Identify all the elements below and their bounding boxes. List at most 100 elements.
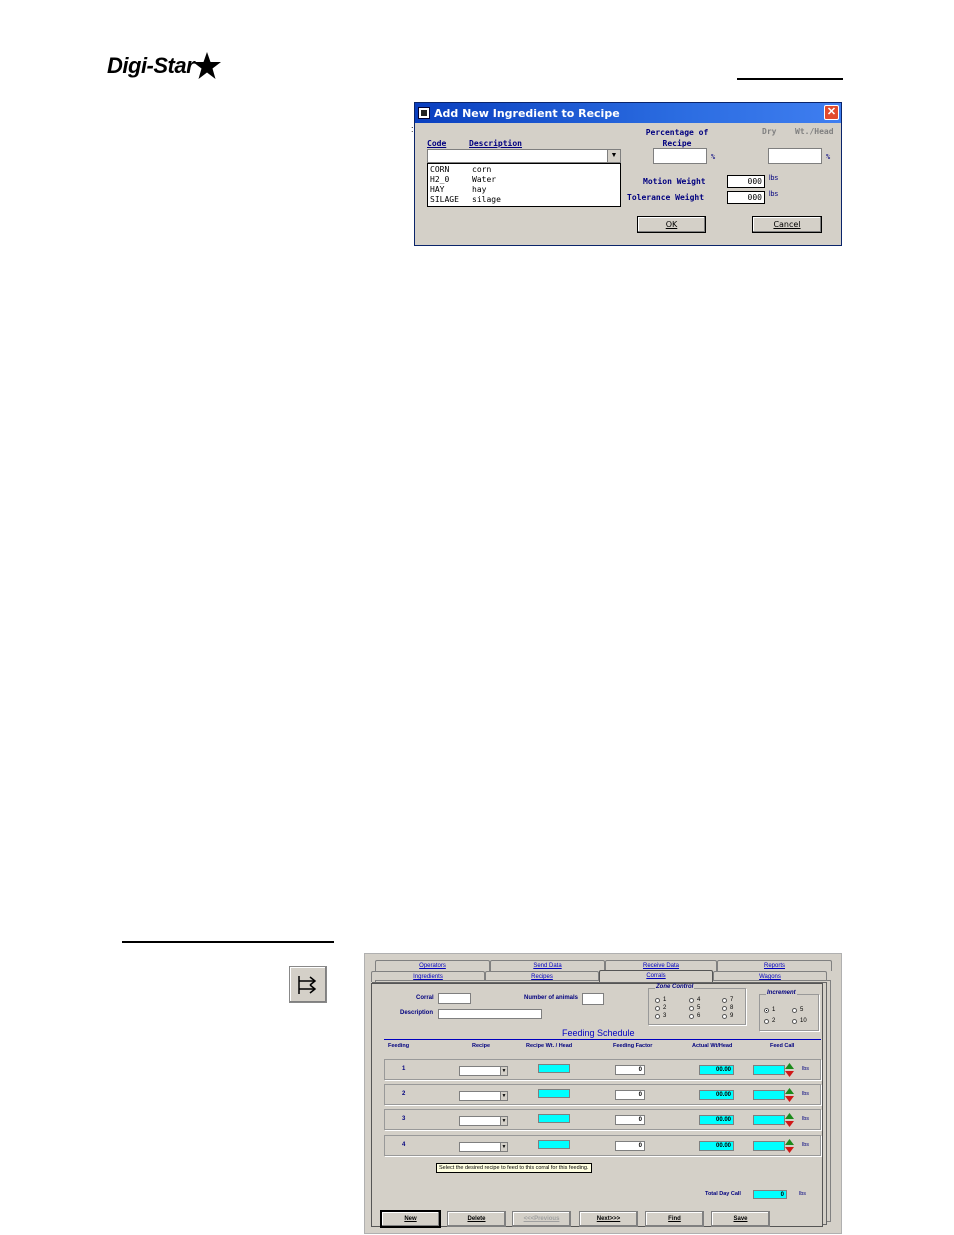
- unit-label: lbs: [802, 1066, 810, 1072]
- zone-radio-4[interactable]: 4: [689, 997, 700, 1003]
- dialog-title: Add New Ingredient to Recipe: [434, 106, 620, 120]
- corrals-page: Corral Number of animals Description Zon…: [371, 983, 823, 1227]
- description-input[interactable]: [438, 1009, 542, 1019]
- feeding-factor-input[interactable]: 0: [615, 1115, 645, 1125]
- chevron-down-icon[interactable]: ▼: [607, 150, 620, 162]
- radio-icon: [792, 1007, 797, 1013]
- animals-input[interactable]: [582, 993, 604, 1005]
- tab-send-data[interactable]: Send Data: [490, 960, 605, 971]
- chevron-down-icon[interactable]: ▼: [500, 1067, 507, 1075]
- zone-radio-8[interactable]: 8: [722, 1005, 733, 1011]
- increment-radio-5[interactable]: 5: [792, 1007, 803, 1013]
- feeding-number: 2: [402, 1091, 406, 1097]
- next-button[interactable]: Next>>>: [579, 1211, 638, 1227]
- radio-icon: [722, 997, 727, 1003]
- feeding-number: 4: [402, 1142, 406, 1148]
- spinner-icon[interactable]: [785, 1139, 794, 1153]
- corral-input[interactable]: [438, 993, 471, 1004]
- radio-icon: [689, 1013, 694, 1019]
- ingredient-description: Water: [472, 175, 497, 184]
- percent-sign: %: [711, 153, 716, 161]
- spinner-icon[interactable]: [785, 1088, 794, 1102]
- feed-call-field[interactable]: [753, 1090, 785, 1100]
- ingredient-description: hay: [472, 185, 487, 194]
- send-arrow-icon: [298, 975, 317, 994]
- increment-radio-1[interactable]: 1: [764, 1007, 775, 1013]
- motion-weight-input[interactable]: 000: [727, 175, 765, 188]
- radio-icon: [655, 1013, 660, 1019]
- feeding-factor-input[interactable]: 0: [615, 1065, 645, 1075]
- find-button[interactable]: Find: [645, 1211, 704, 1227]
- send-data-button[interactable]: [289, 966, 327, 1003]
- zone-radio-9[interactable]: 9: [722, 1013, 733, 1019]
- corral-label: Corral: [416, 995, 434, 1001]
- zone-radio-5[interactable]: 5: [689, 1005, 700, 1011]
- new-button[interactable]: New: [381, 1211, 440, 1227]
- radio-icon: [722, 1013, 727, 1019]
- recipe-select[interactable]: ▼: [459, 1142, 508, 1152]
- increment-title: Increment: [766, 990, 797, 996]
- zone-control-group: Zone Control 1 2 3 4 5 6 7 8 9: [648, 984, 746, 1025]
- increment-group: Increment 1 2 5 10: [759, 990, 819, 1031]
- recipe-select[interactable]: ▼: [459, 1116, 508, 1126]
- recipe-wt-head-field: [538, 1064, 570, 1073]
- cancel-label: Cancel: [773, 220, 801, 229]
- zone-radio-1[interactable]: 1: [655, 997, 666, 1003]
- radio-icon: [792, 1018, 797, 1024]
- increment-radio-10[interactable]: 10: [792, 1018, 807, 1024]
- feeding-factor-input[interactable]: 0: [615, 1141, 645, 1151]
- close-button[interactable]: ✕: [824, 105, 839, 120]
- recipe-select[interactable]: ▼: [459, 1066, 508, 1076]
- spinner-icon[interactable]: [785, 1113, 794, 1127]
- zone-radio-3[interactable]: 3: [655, 1013, 666, 1019]
- zone-radio-2[interactable]: 2: [655, 1005, 666, 1011]
- save-button[interactable]: Save: [711, 1211, 770, 1227]
- list-item[interactable]: HAY hay: [430, 185, 618, 195]
- chevron-down-icon[interactable]: ▼: [500, 1143, 507, 1151]
- feed-call-field[interactable]: [753, 1141, 785, 1151]
- radio-label: 2: [663, 1005, 667, 1011]
- feed-call-field[interactable]: [753, 1115, 785, 1125]
- spinner-icon[interactable]: [785, 1063, 794, 1077]
- percentage-input[interactable]: [653, 148, 707, 164]
- column-header-recipe: Recipe: [472, 1043, 491, 1049]
- ingredient-code: CORN: [430, 165, 450, 174]
- tolerance-weight-label: Tolerance Weight: [627, 193, 705, 202]
- previous-button[interactable]: <<<Previous: [512, 1211, 571, 1227]
- zone-radio-7[interactable]: 7: [722, 997, 733, 1003]
- ingredient-dropdown-list[interactable]: CORN corn H2_0 Water HAY hay SILAGE silage: [427, 163, 621, 207]
- increment-radio-2[interactable]: 2: [764, 1018, 775, 1024]
- animals-label: Number of animals: [524, 995, 579, 1001]
- ingredient-combo[interactable]: ▼: [427, 149, 621, 163]
- tab-operators[interactable]: Operators: [375, 960, 490, 971]
- tolerance-weight-input[interactable]: 000: [727, 191, 765, 204]
- feed-call-field[interactable]: [753, 1065, 785, 1075]
- ok-button[interactable]: OK: [637, 216, 706, 233]
- tab-reports[interactable]: Reports: [717, 960, 832, 971]
- corrals-window: Operators Send Data Receive Data Reports…: [364, 953, 842, 1234]
- tab-corrals[interactable]: Corrals: [599, 970, 713, 982]
- list-item[interactable]: SILAGE silage: [430, 195, 618, 205]
- chevron-down-icon[interactable]: ▼: [500, 1117, 507, 1125]
- table-row: 2 ▼ 0 00.00 lbs: [384, 1084, 821, 1105]
- chevron-down-icon[interactable]: ▼: [500, 1092, 507, 1100]
- actual-wt-head-field: 00.00: [699, 1141, 734, 1151]
- table-row: 4 ▼ 0 00.00 lbs: [384, 1135, 821, 1156]
- list-item[interactable]: CORN corn: [430, 165, 618, 175]
- dialog-titlebar[interactable]: Add New Ingredient to Recipe ✕: [415, 103, 841, 123]
- radio-icon: [689, 997, 694, 1003]
- recipe-select[interactable]: ▼: [459, 1091, 508, 1101]
- feeding-factor-input[interactable]: 0: [615, 1090, 645, 1100]
- delete-button[interactable]: Delete: [447, 1211, 506, 1227]
- percentage-header: Percentage of Recipe: [641, 127, 713, 149]
- radio-icon: [655, 997, 660, 1003]
- radio-label: 10: [800, 1018, 807, 1024]
- zone-control-title: Zone Control: [655, 984, 695, 990]
- header-rule: [737, 78, 843, 80]
- radio-label: 6: [697, 1013, 701, 1019]
- cancel-button[interactable]: Cancel: [752, 216, 822, 233]
- wt-head-input[interactable]: [768, 148, 822, 164]
- wt-head-header: Wt./Head: [795, 127, 834, 136]
- zone-radio-6[interactable]: 6: [689, 1013, 700, 1019]
- list-item[interactable]: H2_0 Water: [430, 175, 618, 185]
